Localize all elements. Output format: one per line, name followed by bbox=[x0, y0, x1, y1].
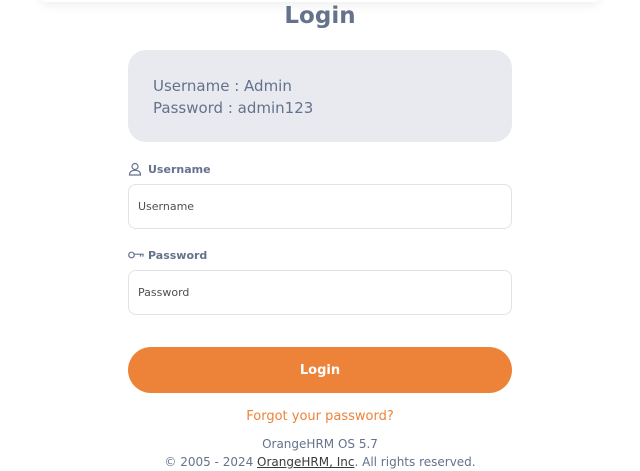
page-title: Login bbox=[284, 3, 356, 29]
footer-copyright: © 2005 - 2024 OrangeHRM, Inc. All rights… bbox=[0, 455, 640, 469]
password-label-text: Password bbox=[148, 248, 208, 262]
credentials-hint: Username : Admin Password : admin123 bbox=[128, 50, 512, 142]
password-input[interactable] bbox=[128, 270, 512, 315]
copyright-suffix: . All rights reserved. bbox=[354, 455, 476, 469]
company-link[interactable]: OrangeHRM, Inc bbox=[257, 455, 354, 469]
username-label-text: Username bbox=[148, 162, 211, 176]
forgot-password-link[interactable]: Forgot your password? bbox=[0, 409, 640, 424]
copyright-prefix: © 2005 - 2024 bbox=[164, 455, 258, 469]
key-icon bbox=[128, 248, 144, 262]
login-page: Login Username : Admin Password : admin1… bbox=[0, 0, 640, 471]
user-icon bbox=[128, 162, 144, 176]
login-button[interactable]: Login bbox=[128, 347, 512, 393]
credentials-username: Username : Admin bbox=[153, 77, 292, 95]
username-input[interactable] bbox=[128, 184, 512, 229]
credentials-password: Password : admin123 bbox=[153, 99, 314, 117]
username-label: Username bbox=[128, 162, 211, 176]
password-label: Password bbox=[128, 248, 207, 262]
footer-version: OrangeHRM OS 5.7 bbox=[262, 437, 378, 451]
